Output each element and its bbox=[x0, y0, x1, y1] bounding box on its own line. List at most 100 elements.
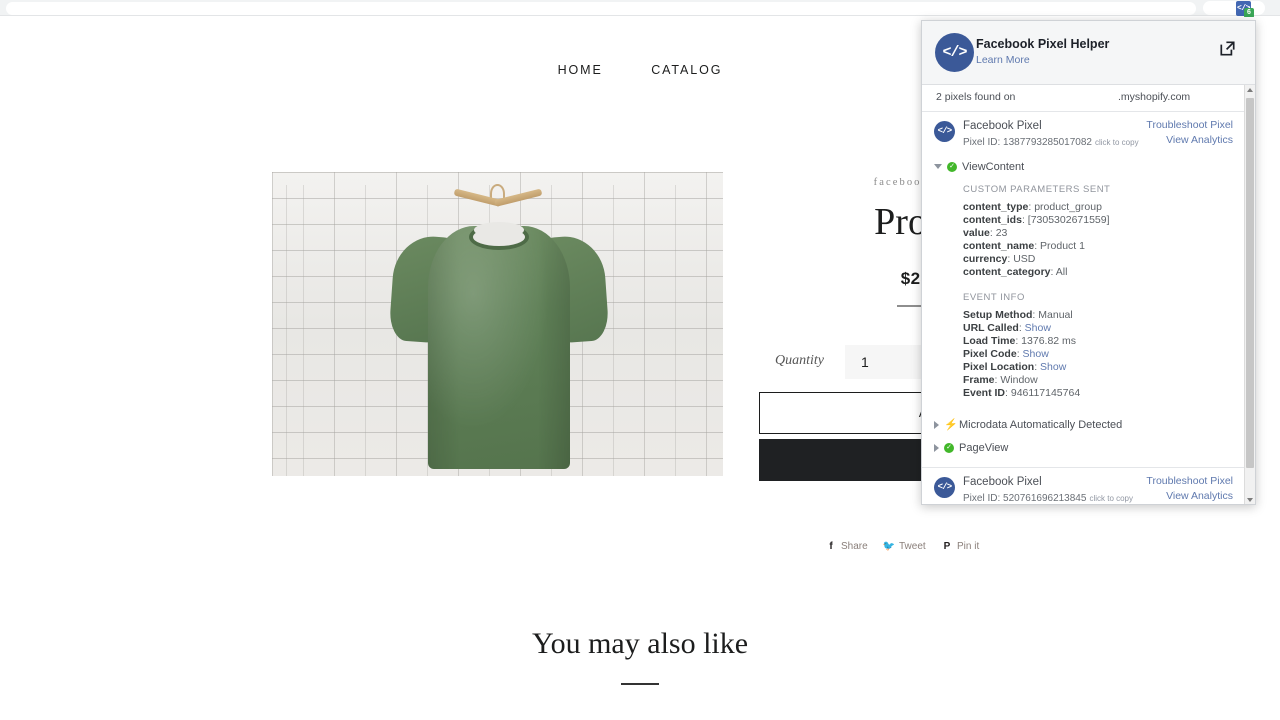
event-row-microdata[interactable]: ⚡Microdata Automatically Detected bbox=[934, 416, 1255, 431]
pixel-links: Troubleshoot Pixel View Analytics bbox=[1146, 118, 1233, 148]
info-row: Event ID: 946117145764 bbox=[963, 386, 1081, 399]
param-value: [7305302671559] bbox=[1027, 213, 1110, 226]
pixel-code-icon: </> bbox=[934, 121, 955, 142]
section-heading-custom-parameters: CUSTOM PARAMETERS SENT bbox=[963, 184, 1111, 195]
info-value: Window bbox=[1000, 373, 1038, 386]
info-key: Setup Method bbox=[963, 309, 1033, 322]
popup-scroll-area: </> Facebook Pixel Pixel ID: 13877932850… bbox=[922, 112, 1255, 504]
facebook-pixel-helper-popup[interactable]: </> Facebook Pixel Helper Learn More 2 p… bbox=[921, 20, 1256, 505]
param-row: currency: USD bbox=[963, 252, 1036, 265]
info-row: Load Time: 1376.82 ms bbox=[963, 335, 1077, 348]
event-name: Microdata Automatically Detected bbox=[959, 418, 1123, 431]
share-facebook-label: Share bbox=[841, 541, 868, 552]
share-pinterest-link[interactable]: P Pin it bbox=[940, 541, 980, 561]
event-row-pageview[interactable]: ✓ PageView bbox=[934, 439, 1255, 454]
info-key: Event ID bbox=[963, 386, 1006, 399]
param-key: content_type bbox=[963, 201, 1029, 213]
tshirt-collar-opening bbox=[474, 222, 524, 238]
info-key: Frame bbox=[963, 373, 995, 386]
chevron-down-icon[interactable] bbox=[934, 164, 942, 170]
info-row: Setup Method: Manual bbox=[963, 309, 1073, 322]
share-facebook-link[interactable]: f Share bbox=[824, 541, 868, 561]
chevron-right-icon[interactable] bbox=[934, 443, 939, 452]
param-row: content_type: product_group bbox=[963, 201, 1102, 213]
info-value: 1376.82 ms bbox=[1021, 335, 1077, 348]
info-row: Pixel Location: Show bbox=[963, 361, 1067, 374]
view-analytics-link[interactable]: View Analytics bbox=[1146, 489, 1233, 504]
pixel-id-text: Pixel ID: 520761696213845 bbox=[963, 492, 1087, 504]
info-key: Pixel Code bbox=[963, 348, 1017, 361]
tshirt-shading bbox=[428, 226, 570, 469]
pixels-found-row: 2 pixels found on .myshopify.com bbox=[922, 85, 1255, 112]
pixel-location-show-link[interactable]: Show bbox=[1040, 361, 1066, 373]
event-row-viewcontent[interactable]: ✓ ViewContent bbox=[934, 158, 1255, 173]
pixel-name: Facebook Pixel bbox=[963, 120, 1042, 132]
address-bar[interactable] bbox=[6, 2, 1196, 15]
facebook-icon: f bbox=[829, 541, 833, 552]
pixel-id[interactable]: Pixel ID: 1387793285017082 click to copy bbox=[963, 137, 1139, 148]
param-row: content_ids: [7305302671559] bbox=[963, 213, 1110, 226]
browser-chrome: </> 6 bbox=[0, 0, 1280, 18]
click-to-copy-hint: click to copy bbox=[1089, 493, 1134, 503]
param-key: currency bbox=[963, 252, 1008, 265]
view-analytics-link[interactable]: View Analytics bbox=[1146, 133, 1233, 148]
info-value: Manual bbox=[1038, 309, 1073, 322]
pixel-block: </> Facebook Pixel Pixel ID: 13877932850… bbox=[922, 112, 1255, 468]
param-value: product_group bbox=[1034, 201, 1102, 213]
param-row: value: 23 bbox=[963, 226, 1008, 239]
quantity-label: Quantity bbox=[775, 353, 824, 368]
info-row: Pixel Code: Show bbox=[963, 348, 1049, 361]
troubleshoot-pixel-link[interactable]: Troubleshoot Pixel bbox=[1146, 118, 1233, 133]
share-twitter-label: Tweet bbox=[899, 541, 926, 552]
nav-item-catalog[interactable]: CATALOG bbox=[651, 63, 722, 77]
url-called-show-link[interactable]: Show bbox=[1025, 322, 1051, 334]
info-row: URL Called: Show bbox=[963, 322, 1051, 335]
click-to-copy-hint: click to copy bbox=[1095, 138, 1139, 147]
info-key: Pixel Location bbox=[963, 361, 1035, 374]
param-row: content_category: All bbox=[963, 265, 1068, 278]
chevron-up-icon bbox=[1247, 88, 1253, 92]
nav-item-home[interactable]: HOME bbox=[558, 63, 603, 77]
section-divider bbox=[621, 683, 659, 685]
pinterest-icon: P bbox=[943, 541, 951, 552]
param-value: USD bbox=[1013, 252, 1036, 265]
scrollbar-up-button[interactable] bbox=[1245, 85, 1255, 96]
event-info-list: Setup Method: Manual URL Called: Show Lo… bbox=[963, 309, 1255, 399]
external-link-icon[interactable] bbox=[1220, 41, 1235, 56]
lightning-bolt-icon: ⚡ bbox=[944, 418, 958, 431]
pixel-name: Facebook Pixel bbox=[963, 475, 1042, 488]
param-key: content_ids bbox=[963, 213, 1022, 226]
custom-parameters-list: content_type: product_group content_ids:… bbox=[963, 201, 1255, 278]
pixel-id-text: Pixel ID: 1387793285017082 bbox=[963, 137, 1092, 148]
event-name: PageView bbox=[959, 441, 1009, 454]
pixel-id[interactable]: Pixel ID: 520761696213845 click to copy bbox=[963, 493, 1133, 504]
pixel-code-icon: </> bbox=[934, 476, 955, 498]
you-may-also-like-title: You may also like bbox=[531, 627, 749, 660]
product-image[interactable] bbox=[272, 172, 723, 476]
twitter-icon: 🐦 bbox=[882, 541, 896, 552]
extension-button-facebook-pixel-helper[interactable]: </> 6 bbox=[1236, 1, 1254, 18]
browser-toolbar-pill bbox=[1203, 1, 1265, 15]
info-key: Load Time bbox=[963, 335, 1016, 348]
param-value: All bbox=[1055, 265, 1068, 278]
troubleshoot-pixel-link[interactable]: Troubleshoot Pixel bbox=[1146, 474, 1233, 489]
param-value: Product 1 bbox=[1040, 239, 1085, 252]
pixel-block: </> Facebook Pixel Pixel ID: 52076169621… bbox=[922, 467, 1255, 504]
scrollbar-down-button[interactable] bbox=[1245, 495, 1255, 504]
param-row: content_name: Product 1 bbox=[963, 239, 1085, 252]
popup-scrollbar[interactable] bbox=[1244, 85, 1255, 504]
pixels-found-domain: .myshopify.com bbox=[1118, 91, 1191, 103]
pixel-code-show-link[interactable]: Show bbox=[1023, 348, 1049, 360]
pixels-found-count: 2 pixels found on bbox=[936, 91, 1016, 103]
pixel-links: Troubleshoot Pixel View Analytics bbox=[1146, 474, 1233, 504]
tshirt-graphic bbox=[388, 214, 610, 469]
share-twitter-link[interactable]: 🐦 Tweet bbox=[882, 541, 926, 561]
chevron-right-icon[interactable] bbox=[934, 420, 939, 429]
scrollbar-thumb[interactable] bbox=[1246, 98, 1254, 468]
you-may-also-like-section: You may also like bbox=[0, 627, 1280, 685]
popup-header: </> Facebook Pixel Helper Learn More bbox=[922, 21, 1255, 85]
facebook-pixel-helper-logo-icon: </> bbox=[935, 33, 974, 72]
param-key: value bbox=[963, 226, 990, 239]
learn-more-link[interactable]: Learn More bbox=[976, 54, 1030, 66]
popup-title: Facebook Pixel Helper bbox=[976, 37, 1110, 51]
